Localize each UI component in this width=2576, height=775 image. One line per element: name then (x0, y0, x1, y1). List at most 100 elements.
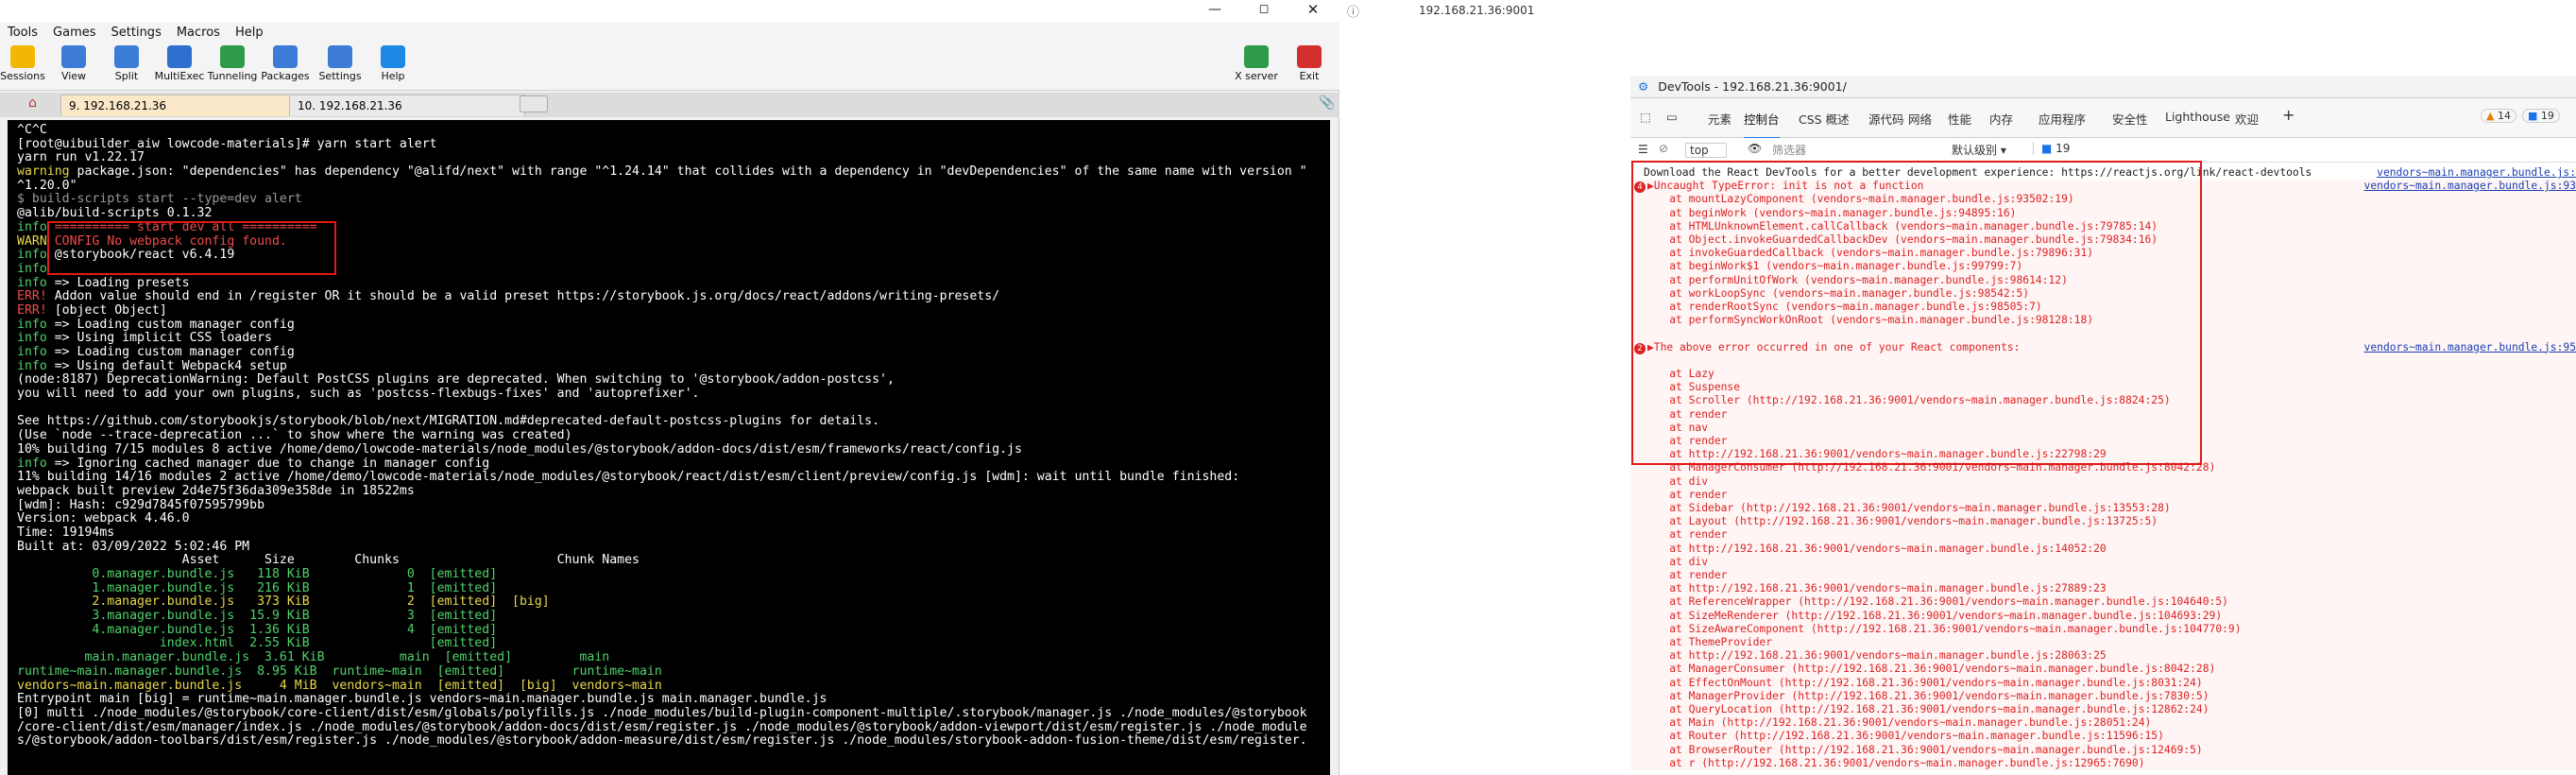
terminal-line: [wdm]: Hash: c929d7845f07595799bb (17, 497, 265, 512)
tab-session-9[interactable]: 9. 192.168.21.36 (60, 95, 297, 116)
console-row: at Sidebar (http://192.168.21.36:9001/ve… (1630, 502, 2576, 516)
devtools-tab[interactable]: 性能 (1948, 110, 1971, 128)
terminal-line: main.manager.bundle.js 3.61 KiB main [em… (17, 650, 610, 665)
console-message: at EffectOnMount (http://192.168.21.36:9… (1644, 676, 2203, 689)
warning-count-badge[interactable]: ▲ 14 (2481, 109, 2516, 123)
attach-icon[interactable]: 📎 (1319, 95, 1336, 112)
terminal-line: info => Loading presets (17, 275, 190, 290)
help-button[interactable]: Help (365, 43, 421, 82)
devtools-tab[interactable]: CSS 概述 (1799, 110, 1850, 128)
session-tabs: ⌂ 9. 192.168.21.36 10. 192.168.21.36 📎 (0, 93, 1339, 117)
tunneling-icon (220, 45, 245, 68)
terminal-line: info => Ignoring cached manager due to c… (17, 456, 490, 471)
add-tab-icon[interactable]: + (2282, 106, 2295, 124)
terminal-output[interactable]: ^C^C [root@uibuilder_aiw lowcode-material… (8, 120, 1330, 775)
info-count-badge[interactable]: ■ 19 (2522, 109, 2560, 123)
console-row: at render (1630, 488, 2576, 502)
tab-label: 10. 192.168.21.36 (298, 99, 402, 112)
toolbar-label: X server (1235, 70, 1278, 82)
devtools-tab[interactable]: 网络 (1908, 110, 1932, 128)
window-controls: — ◻ ✕ (1187, 0, 1339, 21)
minimize-icon[interactable]: — (1191, 0, 1238, 21)
console-filter-bar: ☰ ⊘ top 👁 筛选器 默认级别 ▾ ■ 19 (1630, 138, 2576, 163)
levels-dropdown[interactable]: 默认级别 ▾ (1952, 142, 2006, 158)
sessions-button[interactable]: Sessions (0, 43, 51, 82)
menu-settings[interactable]: Settings (104, 23, 169, 43)
menu-tools[interactable]: Tools (0, 23, 45, 43)
tab-label: 9. 192.168.21.36 (69, 99, 167, 112)
source-link[interactable]: vendors~main.manager.bundle.js:93 (2364, 180, 2576, 193)
issues-badge[interactable]: ■ 19 (2033, 142, 2070, 155)
console-message: at http://192.168.21.36:9001/vendors~mai… (1644, 649, 2107, 663)
split-button[interactable]: Split (98, 43, 155, 82)
eye-icon[interactable]: 👁 (1748, 142, 1762, 155)
maximize-icon[interactable]: ◻ (1240, 0, 1288, 21)
terminal-line: (node:8187) DeprecationWarning: Default … (17, 372, 895, 388)
toolbar-label: Split (114, 70, 139, 82)
menu-macros[interactable]: Macros (169, 23, 228, 43)
console-message: at SizeAwareComponent (http://192.168.21… (1644, 622, 2242, 635)
help-icon (381, 45, 405, 68)
devtools-tab[interactable]: 应用程序 (2039, 110, 2086, 128)
toolbar-label: Settings (318, 70, 362, 82)
console-row: at ManagerConsumer (http://192.168.21.36… (1630, 663, 2576, 677)
tab-session-10[interactable]: 10. 192.168.21.36 (289, 95, 525, 116)
split-icon (114, 45, 139, 68)
console-message: at ManagerConsumer (http://192.168.21.36… (1644, 663, 2216, 676)
terminal-line: See https://github.com/storybookjs/story… (17, 414, 880, 429)
console-message: at render (1644, 488, 1728, 501)
settings-button[interactable]: Settings (312, 43, 368, 82)
view-icon (61, 45, 86, 68)
view-button[interactable]: View (45, 43, 102, 82)
devtools-tab[interactable]: 控制台 (1744, 110, 1780, 139)
menu-games[interactable]: Games (45, 23, 103, 43)
console-message: at ThemeProvider (1644, 636, 1773, 648)
terminal-line: 10% building 7/15 modules 8 active /home… (17, 441, 1022, 456)
console-message: at r (http://192.168.21.36:9001/vendors~… (1644, 756, 2145, 769)
highlight-box (1631, 161, 2202, 465)
toolbar-label: Packages (261, 70, 310, 82)
console-row: at render (1630, 569, 2576, 583)
console-message: at render (1644, 528, 1728, 542)
toolbar-label: Exit (1299, 70, 1320, 82)
browser-address-bar[interactable]: ⓘ 192.168.21.36:9001 (1339, 0, 2576, 21)
console-row: at BrowserRouter (http://192.168.21.36:9… (1630, 743, 2576, 757)
console-row: at QueryLocation (http://192.168.21.36:9… (1630, 703, 2576, 717)
devtools-titlebar: ⚙ DevTools - 192.168.21.36:9001/ (1630, 76, 2576, 98)
context-select[interactable]: top (1685, 143, 1727, 158)
console-message: at Main (http://192.168.21.36:9001/vendo… (1644, 716, 2152, 730)
console-message: at render (1644, 569, 1728, 581)
devtools-tab[interactable]: 元素 (1708, 110, 1732, 128)
new-tab-button[interactable] (520, 95, 548, 112)
x-server-button[interactable]: X server (1228, 43, 1285, 82)
multiexec-button[interactable]: MultiExec (151, 43, 208, 82)
tunneling-button[interactable]: Tunneling (204, 43, 261, 82)
menu-help[interactable]: Help (228, 23, 271, 43)
clear-console-icon[interactable]: ⊘ (1659, 142, 1668, 155)
filter-input[interactable]: 筛选器 (1772, 142, 1806, 158)
source-link[interactable]: vendors~main.manager.bundle.js: (2377, 166, 2576, 180)
devtools-tab[interactable]: 源代码 (1868, 110, 1904, 128)
toolbar-label: Sessions (0, 70, 45, 82)
toolbar-label: Tunneling (207, 70, 258, 82)
devtools-tab[interactable]: 内存 (1989, 110, 2013, 128)
exit-button[interactable]: Exit (1281, 43, 1338, 82)
console-message: at http://192.168.21.36:9001/vendors~mai… (1644, 542, 2107, 555)
terminal-line: you will need to add your own plugins, s… (17, 387, 700, 402)
home-icon[interactable]: ⌂ (28, 95, 45, 112)
devtools-title: DevTools - 192.168.21.36:9001/ (1658, 79, 1847, 94)
close-icon[interactable]: ✕ (1289, 0, 1337, 21)
terminal-line: 2.manager.bundle.js 373 KiB 2 [emitted] … (17, 594, 550, 610)
console-message: at BrowserRouter (http://192.168.21.36:9… (1644, 743, 2203, 756)
console-row: at http://192.168.21.36:9001/vendors~mai… (1630, 649, 2576, 663)
source-link[interactable]: vendors~main.manager.bundle.js:95 (2364, 341, 2576, 354)
toolbar-label: Help (381, 70, 405, 82)
devtools-tab[interactable]: 欢迎 (2235, 110, 2259, 128)
devtools-tabs: ⬚ ▭ 元素 控制台 CSS 概述 源代码 网络 性能 内存 应用程序 安全性 Lighthous… (1630, 98, 2576, 139)
devtools-tab[interactable]: 安全性 (2112, 110, 2148, 128)
terminal-line: Built at: 03/09/2022 5:02:46 PM (17, 539, 250, 554)
terminal-line: ERR! [object Object] (17, 302, 167, 318)
sidebar-toggle-icon[interactable]: ☰ (1638, 143, 1648, 156)
packages-button[interactable]: Packages (257, 43, 314, 82)
devtools-tab[interactable]: Lighthouse (2165, 110, 2230, 124)
